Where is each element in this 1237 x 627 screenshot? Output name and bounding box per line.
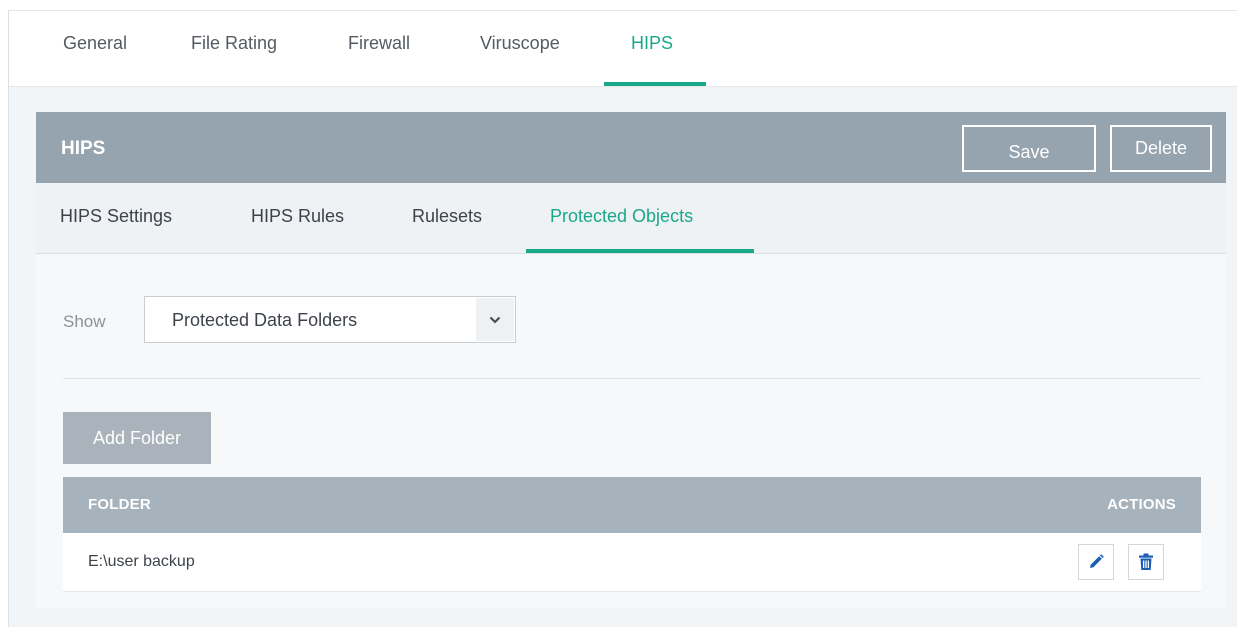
pencil-icon (1090, 554, 1104, 568)
save-button[interactable]: Save (962, 125, 1096, 172)
folder-path: E:\user backup (88, 553, 195, 570)
folders-table: FOLDER ACTIONS E:\user backup (63, 477, 1201, 592)
tab-file-rating[interactable]: File Rating (191, 33, 277, 54)
active-tab-indicator (604, 82, 706, 86)
add-folder-button[interactable]: Add Folder (63, 412, 211, 464)
tab-general[interactable]: General (63, 33, 127, 54)
tab-hips-rules[interactable]: HIPS Rules (251, 206, 344, 227)
tab-rulesets[interactable]: Rulesets (412, 206, 482, 227)
sub-tab-bar: HIPS Settings HIPS Rules Rulesets Protec… (36, 183, 1226, 254)
hips-panel: HIPS Save Delete HIPS Settings HIPS Rule… (36, 112, 1226, 608)
hips-window: General File Rating Firewall Viruscope H… (8, 10, 1237, 627)
tab-viruscope[interactable]: Viruscope (480, 33, 560, 54)
show-label: Show (63, 312, 106, 331)
edit-button[interactable] (1078, 544, 1114, 580)
delete-button[interactable]: Delete (1110, 125, 1212, 172)
show-select[interactable]: Protected Data Folders (144, 296, 516, 343)
trash-icon (1139, 553, 1153, 570)
chevron-down-icon[interactable] (476, 298, 514, 341)
show-select-value: Protected Data Folders (172, 310, 358, 330)
tab-protected-objects[interactable]: Protected Objects (550, 206, 693, 227)
panel-title: HIPS (61, 138, 106, 159)
column-header-folder[interactable]: FOLDER (88, 496, 151, 513)
tab-hips-settings[interactable]: HIPS Settings (60, 206, 172, 227)
delete-row-button[interactable] (1128, 544, 1164, 580)
table-header: FOLDER ACTIONS (63, 477, 1201, 533)
top-tab-bar: General File Rating Firewall Viruscope H… (9, 11, 1237, 87)
table-row[interactable]: E:\user backup (63, 533, 1201, 592)
active-subtab-indicator (526, 249, 754, 253)
panel-header: HIPS Save Delete (36, 112, 1226, 183)
column-header-actions: ACTIONS (1107, 496, 1176, 513)
divider (63, 378, 1201, 379)
protected-objects-content: Show Protected Data Folders Add Folder F… (36, 254, 1226, 608)
tab-firewall[interactable]: Firewall (348, 33, 410, 54)
tab-hips[interactable]: HIPS (631, 33, 673, 54)
